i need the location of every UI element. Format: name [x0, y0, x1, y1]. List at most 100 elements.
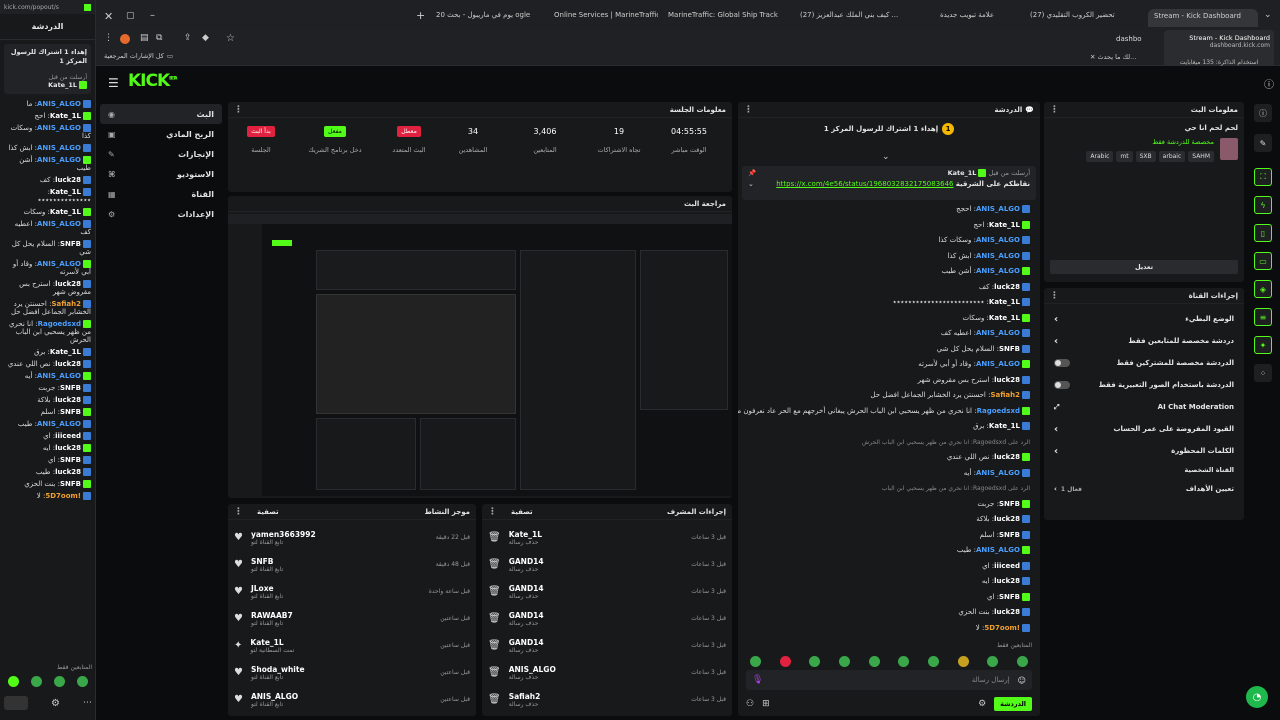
filter-button[interactable]: تصفية	[511, 508, 533, 516]
chat-message[interactable]: ANIS_ALGO: اعطيه كف	[738, 326, 1040, 342]
chat-username[interactable]: luck28	[55, 396, 81, 404]
chat-username[interactable]: ANIS_ALGO	[976, 267, 1020, 275]
chat-message[interactable]: SNFB: اي	[0, 454, 95, 466]
list-item[interactable]: 🗑 GAND14 حذف رسالة قبل 3 ساعات	[482, 578, 732, 605]
chat-username[interactable]: ANIS_ALGO	[37, 372, 81, 380]
chat-username[interactable]: SNFB	[999, 593, 1020, 601]
chat-message[interactable]: !5D7oom: لا	[0, 490, 95, 502]
chat-message[interactable]: الرد على Ragoedsxd: انا نحري من ظهر يسحب…	[738, 435, 1040, 451]
kick-logo[interactable]: KICKBETA	[128, 71, 177, 91]
chat-username[interactable]: iiiceed	[55, 432, 81, 440]
list-item[interactable]: ♥ JLoxe تابع القناة لتو قبل ساعة واحدة	[228, 578, 476, 605]
chat-username[interactable]: Kate_1L	[50, 188, 81, 196]
stream-tag[interactable]: SAHM	[1188, 151, 1214, 162]
chat-username[interactable]: ANIS_ALGO	[976, 546, 1020, 554]
chat-message[interactable]: الرد على Ragoedsxd: انا نحري من ظهر يسحب…	[738, 481, 1040, 497]
bolt-icon[interactable]: ϟ	[1254, 196, 1272, 214]
filter-button[interactable]: تصفية	[257, 508, 279, 516]
list-item[interactable]: 🗑 GAND14 حذف رسالة قبل 3 ساعات	[482, 605, 732, 632]
settings-icon[interactable]: ⚙	[51, 698, 60, 709]
chat-username[interactable]: luck28	[994, 376, 1020, 384]
wrench-icon[interactable]: ✦	[1254, 336, 1272, 354]
channel-setting-row[interactable]: AI Chat Moderation ⤢	[1044, 396, 1244, 418]
chat-message[interactable]: Kate_1L: برق	[0, 346, 95, 358]
channel-setting-row[interactable]: الدردشة مخصصة للمشتركين فقط	[1044, 352, 1244, 374]
channel-setting-row[interactable]: دردشة مخصصة للمتابعين فقط ›	[1044, 330, 1244, 352]
list-item[interactable]: ♥ yamen3663992 تابع القناة لتو قبل 22 دقيقة	[228, 524, 476, 551]
chat-message[interactable]: Kate_1L: برق	[738, 419, 1040, 435]
more-icon[interactable]: ⋯	[83, 698, 92, 708]
chat-username[interactable]: Kate_1L	[989, 221, 1020, 229]
chat-username[interactable]: ANIS_ALGO	[37, 420, 81, 428]
info-icon[interactable]: ⓘ	[1254, 104, 1272, 122]
chat-message[interactable]: Kate_1L: ٭٭٭٭٭٭٭٭٭٭٭٭٭٭٭٭٭٭٭٭٭٭٭٭	[738, 295, 1040, 311]
sidebar-icon[interactable]: ▤	[140, 33, 149, 43]
browser-tab[interactable]: Online Services | MarineTraffic	[554, 11, 658, 25]
restore-icon[interactable]: ▢	[126, 11, 135, 21]
chat-username[interactable]: !5D7oom	[984, 624, 1020, 632]
stream-tag[interactable]: mt	[1116, 151, 1133, 162]
more-icon[interactable]: ⋮	[234, 507, 243, 517]
sidebar-item-studio[interactable]: الاستوديو ⌘	[100, 164, 222, 184]
chat-username[interactable]: luck28	[55, 360, 81, 368]
menu-icon[interactable]: ⋮	[104, 33, 113, 43]
chat-username[interactable]: iiiceed	[994, 562, 1020, 570]
address-input[interactable]: dashbo	[1116, 35, 1142, 43]
pin-icon[interactable]: 📌	[748, 169, 756, 177]
browser-tab[interactable]: Stream - Kick Dashboard	[1148, 9, 1258, 27]
sidebar-item-settings[interactable]: الإعدادات ⚙	[100, 204, 222, 224]
channel-setting-row[interactable]: الكلمات المحظورة ›	[1044, 440, 1244, 462]
users-icon[interactable]: ⚇	[746, 699, 754, 709]
chat-username[interactable]: SNFB	[60, 480, 81, 488]
chat-message[interactable]: Ragoedsxd: انا نحري من ظهر يسحبي ابن الب…	[738, 404, 1040, 420]
browser-tab[interactable]: 20 يوم في ماريبول - بحث ogle	[436, 11, 536, 25]
more-icon[interactable]: ⋮	[234, 105, 243, 115]
chat-message[interactable]: ANIS_ALGO: طيب	[0, 418, 95, 430]
chat-username[interactable]: Kate_1L	[989, 298, 1020, 306]
chat-username[interactable]: ANIS_ALGO	[976, 329, 1020, 337]
chat-username[interactable]: Safiah2	[51, 300, 81, 308]
chat-username[interactable]: luck28	[994, 283, 1020, 291]
fullscreen-icon[interactable]: ⛶	[1254, 168, 1272, 186]
chat-username[interactable]: SNFB	[60, 456, 81, 464]
chat-username[interactable]: ANIS_ALGO	[37, 156, 81, 164]
chat-message[interactable]: iiiceed: اي	[738, 559, 1040, 575]
list-item[interactable]: ♥ RAWAAB7 تابع القناة لتو قبل ساعتين	[228, 605, 476, 632]
browser-tab[interactable]: MarineTraffic: Global Ship Track	[668, 11, 792, 25]
chat-message[interactable]: luck28: نص اللي عندي	[0, 358, 95, 370]
chat-username[interactable]: ANIS_ALGO	[37, 144, 81, 152]
list-item[interactable]: 🗑 Kate_1L حذف رسالة قبل 3 ساعات	[482, 524, 732, 551]
chat-username[interactable]: luck28	[994, 608, 1020, 616]
emote-icon[interactable]	[868, 655, 880, 667]
chat-message[interactable]: Kate_1L: وسكات	[738, 311, 1040, 327]
pinned-link[interactable]: https://x.com/4e56/status/19680328321750…	[776, 180, 953, 188]
chat-username[interactable]: Ragoedsxd	[977, 407, 1020, 415]
emote-icon[interactable]	[898, 655, 910, 667]
chat-username[interactable]: ANIS_ALGO	[976, 236, 1020, 244]
chat-message[interactable]: Kate_1L: احج	[0, 110, 95, 122]
tab-list-icon[interactable]: ⌄	[1264, 10, 1272, 20]
chat-message[interactable]: ANIS_ALGO: وقاد أو أبي لأسرته	[0, 258, 95, 278]
chat-message[interactable]: SNFB: السلام يحل كل شي	[0, 238, 95, 258]
chart-icon[interactable]: ⤢	[1054, 403, 1060, 412]
chat-message[interactable]: ANIS_ALGO: أيه	[738, 466, 1040, 482]
all-bookmarks-button[interactable]: ▭ كل الإشارات المرجعية	[104, 52, 173, 60]
toggle-switch[interactable]	[1054, 359, 1070, 367]
chat-message[interactable]: ANIS_ALGO: ما	[0, 98, 95, 110]
chat-message[interactable]: SNFB: جربت	[738, 497, 1040, 513]
chat-message[interactable]: SNFB: اسلم	[0, 406, 95, 418]
list-item[interactable]: ♥ SNFB تابع القناة لتو قبل 48 دقيقة	[228, 551, 476, 578]
chat-username[interactable]: luck28	[55, 280, 81, 288]
settings-icon[interactable]: ⚙	[978, 699, 986, 709]
chat-username[interactable]: luck28	[994, 515, 1020, 523]
list-item[interactable]: 🗑 GAND14 حذف رسالة قبل 3 ساعات	[482, 551, 732, 578]
bookmark-star-icon[interactable]: ☆	[226, 33, 235, 44]
chat-username[interactable]: luck28	[55, 444, 81, 452]
chat-username[interactable]: ANIS_ALGO	[976, 469, 1020, 477]
chat-message[interactable]: SNFB: بنت الحزي	[0, 478, 95, 490]
chat-username[interactable]: luck28	[994, 577, 1020, 585]
toggle-switch[interactable]	[1054, 381, 1070, 389]
popout-pinned-message[interactable]: إهداء 1 اشتراك للرسول المركز 1 أرسلت من …	[4, 44, 91, 94]
emoji-icon[interactable]: ☺	[1018, 676, 1026, 685]
chat-username[interactable]: Kate_1L	[989, 314, 1020, 322]
